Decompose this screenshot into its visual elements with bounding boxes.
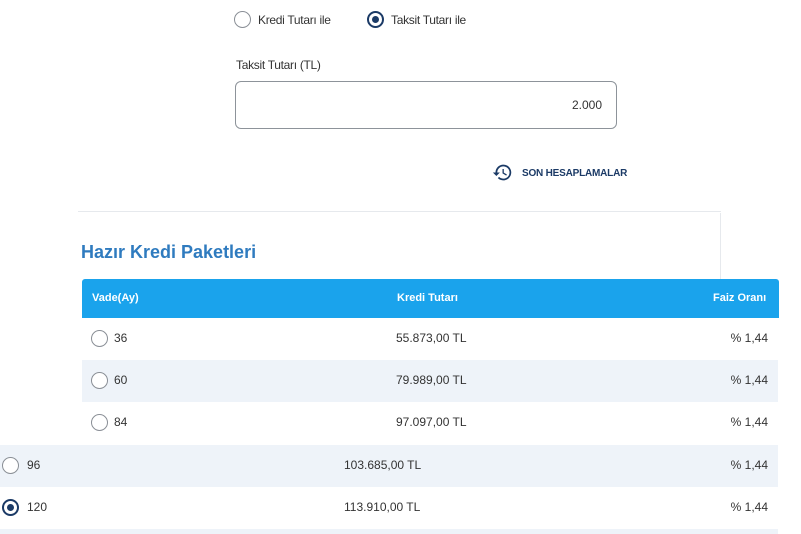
section-divider-vertical xyxy=(720,213,721,279)
row-amount: 97.097,00 TL xyxy=(396,415,467,429)
radio-taksit-tutari[interactable] xyxy=(367,11,384,28)
row-amount: 79.989,00 TL xyxy=(396,373,467,387)
section-divider xyxy=(78,211,721,212)
row-rate: % 1,44 xyxy=(730,458,768,472)
row-radio[interactable] xyxy=(91,414,108,431)
row-amount: 113.910,00 TL xyxy=(344,500,421,514)
history-icon xyxy=(492,162,513,188)
installment-amount-input[interactable]: 2.000 xyxy=(235,81,617,129)
radio-kredi-tutari[interactable] xyxy=(234,11,251,28)
row-radio[interactable] xyxy=(91,330,108,347)
table-row[interactable]: 60 79.989,00 TL % 1,44 xyxy=(82,360,778,402)
label-taksit-tutari: Taksit Tutarı ile xyxy=(391,13,466,27)
row-term: 60 xyxy=(114,373,128,387)
row-radio[interactable] xyxy=(91,372,108,389)
recent-calculations-label: SON HESAPLAMALAR xyxy=(522,168,628,179)
installment-amount-value: 2.000 xyxy=(571,98,602,112)
table-row[interactable]: 96 103.685,00 TL % 1,44 xyxy=(0,445,778,487)
row-radio-selected[interactable] xyxy=(2,499,19,516)
column-header-amount: Kredi Tutarı xyxy=(397,292,458,304)
row-rate: % 1,44 xyxy=(730,373,768,387)
table-row[interactable]: 84 97.097,00 TL % 1,44 xyxy=(82,402,778,444)
row-rate: % 1,44 xyxy=(730,331,768,345)
label-kredi-tutari: Kredi Tutarı ile xyxy=(258,13,331,27)
row-rate: % 1,44 xyxy=(730,415,768,429)
row-amount: 55.873,00 TL xyxy=(396,331,467,345)
row-radio[interactable] xyxy=(2,457,19,474)
installment-field-label: Taksit Tutarı (TL) xyxy=(236,58,321,72)
column-header-rate: Faiz Oranı xyxy=(713,292,767,304)
table-row[interactable]: 120 113.910,00 TL % 1,44 xyxy=(0,487,778,529)
row-term: 36 xyxy=(114,331,128,345)
row-term: 96 xyxy=(27,458,41,472)
packages-table-header: Vade(Ay) Kredi Tutarı Faiz Oranı xyxy=(82,279,779,318)
row-term: 120 xyxy=(27,500,48,514)
table-bottom-edge xyxy=(0,529,778,534)
packages-title: Hazır Kredi Paketleri xyxy=(81,242,257,262)
column-header-term: Vade(Ay) xyxy=(92,292,139,304)
row-amount: 103.685,00 TL xyxy=(344,458,422,472)
row-rate: % 1,44 xyxy=(730,500,768,514)
table-row[interactable]: 36 55.873,00 TL % 1,44 xyxy=(82,318,778,360)
row-term: 84 xyxy=(114,415,128,429)
